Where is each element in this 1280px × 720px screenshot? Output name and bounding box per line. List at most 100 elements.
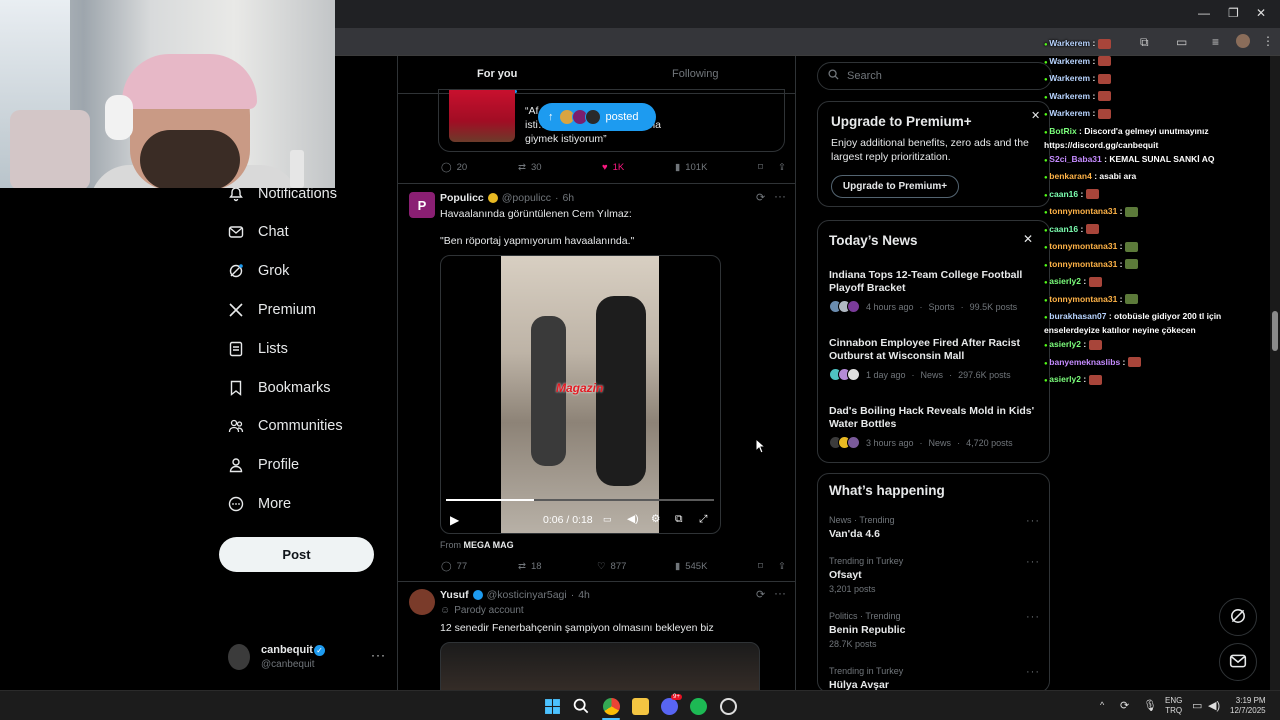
avatar[interactable]: P — [409, 192, 435, 218]
nav-grok[interactable]: Grok — [228, 253, 289, 289]
like-count: 1K — [612, 162, 625, 173]
tweet-time[interactable]: 4h — [578, 589, 590, 601]
windows-start-icon[interactable] — [544, 698, 561, 715]
tweet[interactable]: “Af… erpool’dan ayrılmak isti… olduğu bi… — [398, 89, 795, 184]
trend-item[interactable]: Politics · Trending Benin Republic 28.7K… — [829, 611, 1041, 649]
grok-floating-button[interactable] — [1219, 598, 1257, 636]
microphone-icon[interactable]: 🎙︎ — [1143, 699, 1157, 712]
nav-premium[interactable]: Premium — [228, 292, 316, 328]
page-scrollbar[interactable] — [1270, 56, 1280, 690]
network-icon[interactable]: ▭ — [1192, 699, 1202, 712]
bookmark-button[interactable]: ⌑ — [758, 561, 778, 572]
account-handle: @canbequit — [261, 659, 315, 670]
close-icon[interactable]: ✕ — [1023, 232, 1033, 246]
language-indicator[interactable]: ENG TRQ — [1165, 696, 1182, 716]
trend-more-icon[interactable]: ··· — [1026, 666, 1040, 678]
trend-more-icon[interactable]: ··· — [1026, 611, 1040, 623]
grok-analyze-icon[interactable]: ⟳ — [756, 588, 765, 601]
pip-icon[interactable]: ⧉ — [675, 513, 683, 526]
tweet-time[interactable]: 6h — [562, 192, 574, 204]
account-more-icon[interactable]: ··· — [371, 648, 386, 662]
nav-chat[interactable]: Chat — [228, 214, 289, 250]
bookmark-button[interactable]: ⌑ — [758, 162, 778, 173]
close-icon[interactable]: ✕ — [1031, 109, 1040, 122]
clock[interactable]: 3:19 PM 12/7/2025 — [1230, 696, 1266, 716]
nav-lists[interactable]: Lists — [228, 331, 288, 367]
trend-more-icon[interactable]: ··· — [1026, 515, 1040, 527]
author-handle[interactable]: @kosticinyar5agi — [487, 589, 567, 601]
app-icon[interactable] — [720, 698, 737, 715]
fullscreen-icon[interactable]: ⤢ — [699, 513, 707, 526]
post-button[interactable]: Post — [219, 537, 374, 572]
scrollbar-thumb[interactable] — [1272, 311, 1278, 351]
sync-icon[interactable]: ⟳ — [1120, 699, 1129, 712]
author-handle[interactable]: @populicc — [502, 192, 551, 204]
grok-analyze-icon[interactable]: ⟳ — [756, 191, 765, 204]
nav-communities[interactable]: Communities — [228, 408, 343, 444]
video-time: 0:06 / 0:18 — [543, 514, 593, 526]
trend-more-icon[interactable]: ··· — [1026, 556, 1040, 568]
video-watermark: Magazin — [556, 381, 604, 395]
play-icon[interactable]: ▶ — [450, 513, 459, 527]
volume-icon[interactable]: ◀) — [1208, 699, 1220, 712]
nav-profile[interactable]: Profile — [228, 447, 299, 483]
nav-bookmarks[interactable]: Bookmarks — [228, 370, 331, 406]
tweet[interactable]: P Populicc @populicc · 6h ⟳ ··· Havaalan… — [398, 184, 795, 582]
tray-overflow-icon[interactable]: ^ — [1100, 700, 1104, 710]
search-box[interactable]: Search — [817, 62, 1052, 90]
views-button[interactable]: ▮ 545K — [675, 561, 758, 572]
like-button[interactable]: ♥ 1K — [602, 162, 675, 173]
like-button[interactable]: ♡ 877 — [597, 561, 675, 572]
upgrade-premium-button[interactable]: Upgrade to Premium+ — [831, 175, 959, 198]
views-button[interactable]: ▮ 101K — [675, 162, 758, 173]
video-progress-bar[interactable] — [446, 499, 714, 501]
tab-following[interactable]: Following — [672, 68, 718, 80]
chrome-icon[interactable] — [603, 698, 620, 715]
search-input[interactable]: Search — [847, 70, 882, 82]
news-item[interactable]: Cinnabon Employee Fired After Racist Out… — [829, 337, 1039, 381]
restore-icon[interactable]: ❐ — [1228, 6, 1239, 20]
webcam-bottle — [290, 150, 304, 188]
settings-icon[interactable]: ⚙ — [651, 513, 660, 525]
volume-icon[interactable]: ◀) — [627, 513, 639, 525]
close-window-icon[interactable]: ✕ — [1256, 6, 1266, 20]
search-icon[interactable] — [573, 698, 590, 715]
tweet-more-icon[interactable]: ··· — [774, 586, 786, 600]
news-item-meta: 3 hours ago · News · 4,720 posts — [829, 436, 1039, 449]
tab-for-you[interactable]: For you — [477, 68, 517, 80]
trend-item[interactable]: Trending in Turkey Hülya Avşar ··· — [829, 666, 1041, 691]
new-posts-pill[interactable]: ↑ posted — [538, 103, 656, 131]
account-switcher[interactable]: canbequit ✓ @canbequit ··· — [228, 640, 388, 680]
news-item[interactable]: Indiana Tops 12-Team College Football Pl… — [829, 269, 1039, 313]
repost-button[interactable]: ⇄ 30 — [518, 162, 602, 173]
nav-more[interactable]: More — [228, 486, 291, 522]
author-name[interactable]: Populicc — [440, 192, 484, 204]
source-name[interactable]: MEGA MAG — [464, 540, 514, 550]
tweet[interactable]: Yusuf @kosticinyar5agi · 4h ⟳ ··· ☺ Paro… — [398, 583, 795, 690]
reply-button[interactable]: ◯ 20 — [441, 162, 518, 173]
news-item[interactable]: Dad's Boiling Hack Reveals Mold in Kids'… — [829, 405, 1039, 449]
messages-floating-button[interactable] — [1219, 643, 1257, 681]
nav-label: Grok — [258, 263, 290, 279]
spotify-icon[interactable] — [690, 698, 707, 715]
chart-icon: ▮ — [675, 162, 681, 173]
author-name[interactable]: Yusuf — [440, 589, 469, 601]
tweet-more-icon[interactable]: ··· — [774, 189, 786, 203]
tweet-media[interactable] — [440, 642, 760, 690]
file-explorer-icon[interactable] — [632, 698, 649, 715]
share-button[interactable]: ⇪ — [778, 162, 786, 173]
repost-button[interactable]: ⇄ 18 — [518, 561, 597, 572]
trend-item[interactable]: News · Trending Van'da 4.6 ··· — [829, 515, 1041, 540]
reply-button[interactable]: ◯ 77 — [441, 561, 518, 572]
video-player[interactable]: Magazin ▶ 0:06 / 0:18 ▭ ◀) ⚙ ⧉ ⤢ — [440, 255, 721, 534]
chat-message: ● Warkerem : — [1044, 36, 1269, 54]
emote-icon — [1127, 357, 1141, 368]
avatar[interactable] — [409, 589, 435, 615]
share-button[interactable]: ⇪ — [778, 561, 786, 572]
minimize-icon[interactable]: — — [1198, 6, 1210, 20]
trend-item[interactable]: Trending in Turkey Ofsayt 3,201 posts ··… — [829, 556, 1041, 594]
captions-icon[interactable]: ▭ — [603, 514, 612, 525]
video-source[interactable]: From MEGA MAG — [440, 540, 514, 550]
bell-icon — [228, 186, 244, 202]
discord-icon[interactable] — [661, 698, 678, 715]
